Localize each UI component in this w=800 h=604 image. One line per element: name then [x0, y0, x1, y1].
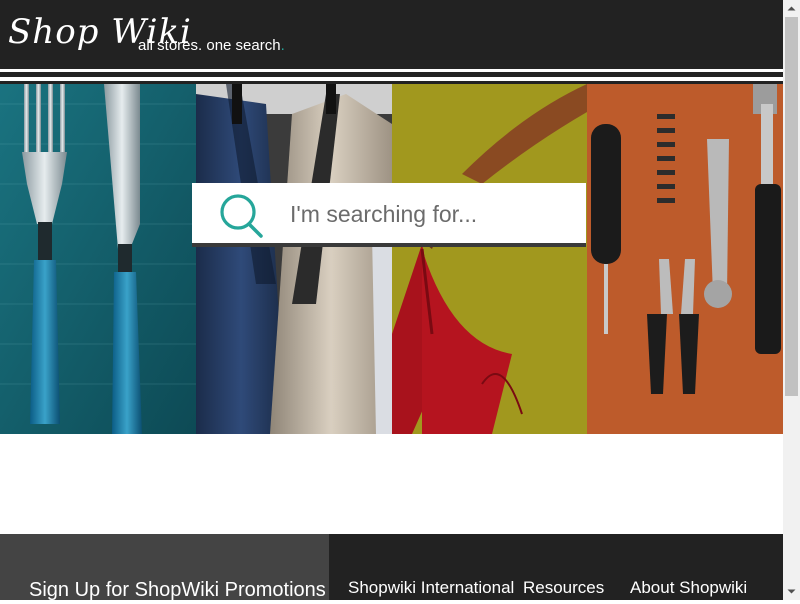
scroll-down-arrow-icon[interactable] [783, 583, 800, 600]
scroll-up-arrow-icon[interactable] [783, 0, 800, 17]
signup-promotions-link[interactable]: Sign Up for ShopWiki Promotions [29, 578, 326, 600]
tagline-text: all stores. one search [138, 37, 281, 54]
search-input[interactable] [290, 196, 580, 232]
jackets-photo [196, 84, 392, 434]
dress-hanger-photo [392, 84, 587, 434]
site-header: Shop Wiki all stores. one search. [0, 0, 783, 69]
page: Shop Wiki all stores. one search. I'm se… [0, 0, 783, 600]
search-box-underline [192, 243, 586, 247]
footer-link-about-shopwiki[interactable]: About Shopwiki [630, 577, 747, 599]
search-icon[interactable] [218, 193, 264, 239]
footer-link-resources[interactable]: Resources [523, 577, 604, 599]
scrollbar-thumb[interactable] [785, 17, 798, 396]
vertical-scrollbar[interactable] [783, 0, 800, 600]
tagline-dot: . [280, 37, 285, 54]
footer-link-shopwiki-international[interactable]: Shopwiki International [348, 577, 514, 599]
tagline: all stores. one search. [138, 36, 285, 56]
tools-photo [587, 84, 783, 434]
hero-banner [0, 84, 783, 434]
cutlery-photo [0, 84, 196, 434]
